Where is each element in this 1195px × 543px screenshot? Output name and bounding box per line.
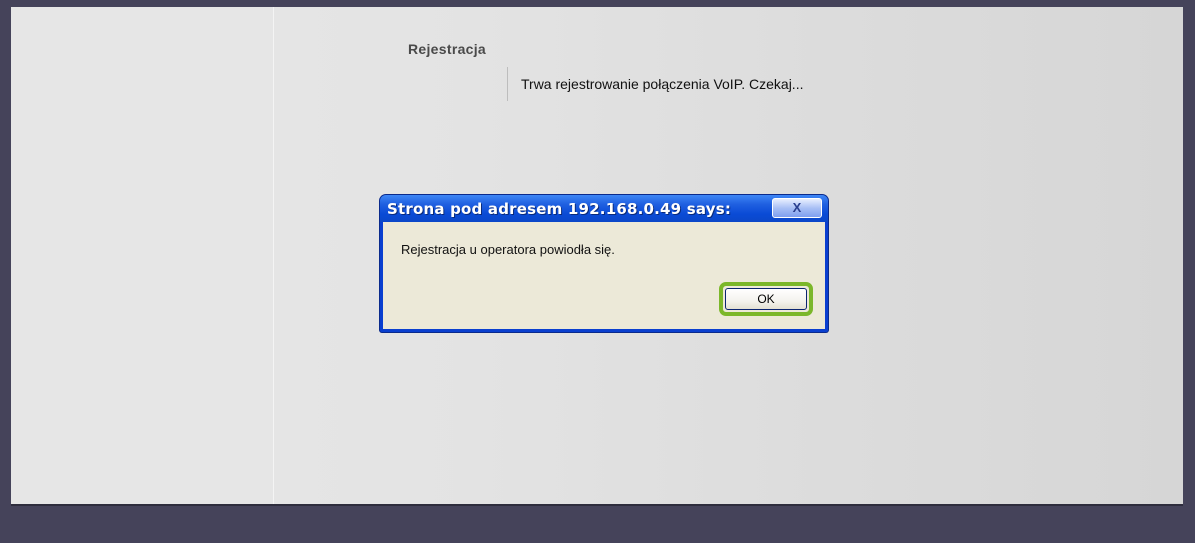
dialog-title: Strona pod adresem 192.168.0.49 says: (387, 200, 732, 218)
dialog-body: Rejestracja u operatora powiodła się. OK (383, 222, 825, 329)
close-button[interactable]: X (772, 198, 822, 218)
left-navigation-panel (11, 7, 274, 504)
close-icon: X (792, 200, 802, 215)
dialog-message: Rejestracja u operatora powiodła się. (401, 242, 615, 257)
registration-status-text: Trwa rejestrowanie połączenia VoIP. Czek… (521, 76, 804, 92)
alert-dialog: Strona pod adresem 192.168.0.49 says: X … (380, 195, 828, 332)
browser-viewport: Rejestracja Trwa rejestrowanie połączeni… (0, 0, 1195, 543)
status-divider (507, 67, 508, 101)
section-title: Rejestracja (408, 41, 487, 57)
dialog-titlebar[interactable]: Strona pod adresem 192.168.0.49 says: X (380, 195, 828, 222)
ok-button[interactable]: OK (725, 288, 807, 310)
